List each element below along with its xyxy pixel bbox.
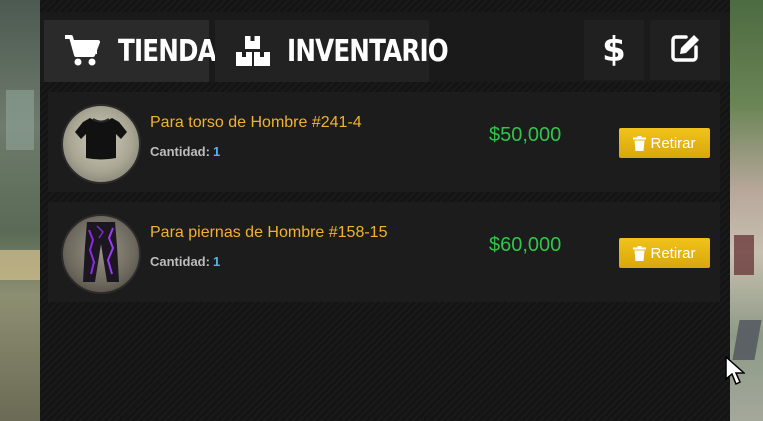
item-price: $50,000 <box>489 124 562 146</box>
list-item: Para piernas de Hombre #158-15 Cantidad:… <box>48 202 720 302</box>
shopping-cart-icon <box>64 33 100 69</box>
quantity-label: Cantidad: <box>150 254 210 269</box>
dollar-icon: $ <box>602 30 626 70</box>
background-object <box>732 320 762 360</box>
edit-icon <box>669 32 701 69</box>
background-sign <box>0 250 40 280</box>
withdraw-label: Retirar <box>650 134 696 152</box>
game-background-left <box>0 0 40 421</box>
trash-icon <box>633 245 647 261</box>
item-name: Para piernas de Hombre #158-15 <box>150 224 388 241</box>
trash-icon <box>633 135 647 151</box>
money-button[interactable]: $ <box>584 20 644 80</box>
background-window <box>6 90 34 150</box>
tab-shop-label: TIENDA <box>118 33 217 69</box>
background-character <box>734 235 754 275</box>
boxes-icon <box>235 33 271 69</box>
item-image <box>61 214 141 294</box>
tab-shop[interactable]: TIENDA <box>44 20 217 82</box>
withdraw-button[interactable]: Retirar <box>619 238 710 268</box>
tab-inventory[interactable]: INVENTARIO <box>215 20 449 82</box>
tab-inventory-label: INVENTARIO <box>287 33 449 69</box>
quantity-value: 1 <box>212 254 221 269</box>
item-name: Para torso de Hombre #241-4 <box>150 114 362 131</box>
item-quantity: Cantidad: 1 <box>150 254 220 269</box>
edit-button[interactable] <box>650 20 720 80</box>
item-list: Para torso de Hombre #241-4 Cantidad: 1 $… <box>48 92 720 312</box>
quantity-value: 1 <box>212 144 221 159</box>
quantity-label: Cantidad: <box>150 144 210 159</box>
item-image <box>61 104 141 184</box>
item-quantity: Cantidad: 1 <box>150 144 220 159</box>
shop-panel: TIENDA INVENTARIO $ Para torso de Hombre… <box>40 0 730 421</box>
item-price: $60,000 <box>489 234 562 256</box>
mouse-cursor-icon <box>725 355 746 391</box>
pants-icon <box>83 222 119 282</box>
withdraw-label: Retirar <box>650 244 696 262</box>
list-item: Para torso de Hombre #241-4 Cantidad: 1 $… <box>48 92 720 192</box>
withdraw-button[interactable]: Retirar <box>619 128 710 158</box>
tab-bar: TIENDA INVENTARIO $ <box>40 12 730 82</box>
tshirt-icon <box>75 118 127 160</box>
